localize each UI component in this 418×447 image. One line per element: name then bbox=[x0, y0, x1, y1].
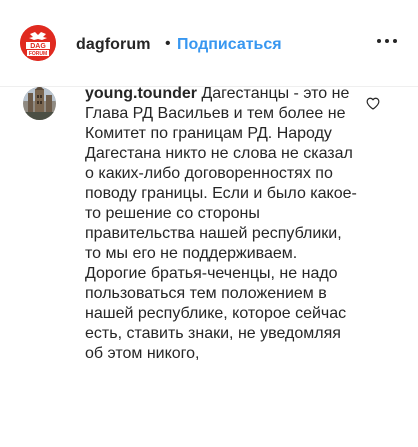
dagforum-logo: DAG FORUM bbox=[20, 25, 56, 61]
follow-button[interactable]: Подписаться bbox=[177, 36, 282, 54]
commenter-avatar[interactable] bbox=[23, 87, 56, 120]
comment-text-block: young.tounder Дагестанцы - это не Глава … bbox=[85, 84, 357, 364]
heart-outline-icon[interactable] bbox=[366, 97, 380, 110]
commenter-avatar-image bbox=[23, 87, 56, 120]
account-username[interactable]: dagforum bbox=[76, 36, 151, 54]
comment-text: Дагестанцы - это не Глава РД Васильев и … bbox=[85, 85, 357, 362]
post-header: DAG FORUM dagforum • Подписаться bbox=[0, 0, 418, 87]
logo-text-top: DAG bbox=[30, 43, 46, 50]
header-separator: • bbox=[165, 35, 171, 52]
instagram-post-panel: DAG FORUM dagforum • Подписаться young.t… bbox=[0, 0, 418, 447]
logo-text-bottom: FORUM bbox=[29, 51, 47, 57]
more-options-icon[interactable] bbox=[377, 38, 397, 46]
comment-username[interactable]: young.tounder bbox=[85, 85, 197, 102]
account-avatar[interactable]: DAG FORUM bbox=[20, 25, 56, 61]
